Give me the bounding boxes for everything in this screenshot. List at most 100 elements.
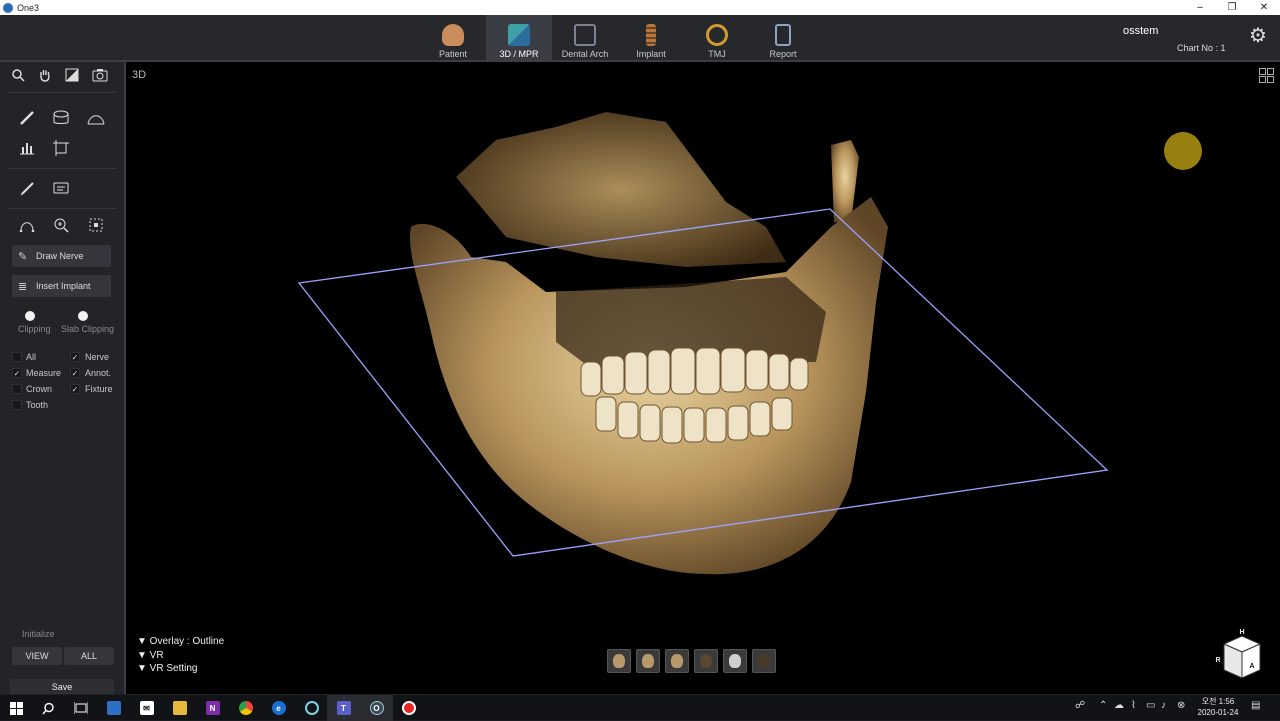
save-button[interactable]: Save bbox=[10, 679, 114, 694]
system-clock[interactable]: 오전 1:56 2020-01-24 bbox=[1193, 696, 1243, 718]
3d-mpr-icon bbox=[508, 24, 530, 46]
minimize-button[interactable]: – bbox=[1184, 0, 1216, 15]
crop-region-icon[interactable] bbox=[84, 213, 108, 237]
crown-checkbox[interactable] bbox=[12, 384, 22, 394]
tab-implant[interactable]: Implant bbox=[618, 15, 684, 61]
clock-date: 2020-01-24 bbox=[1197, 708, 1239, 717]
angle-measure-icon[interactable] bbox=[84, 106, 108, 130]
tab-3d-mpr[interactable]: 3D / MPR bbox=[486, 15, 552, 61]
vr-toggle[interactable]: ▼ VR bbox=[137, 649, 224, 663]
task-view-icon[interactable] bbox=[64, 695, 97, 721]
nerve-checkbox[interactable]: ✓ bbox=[70, 352, 80, 362]
view-back-button[interactable] bbox=[694, 649, 718, 673]
fixture-checkbox[interactable]: ✓ bbox=[70, 384, 80, 394]
chevron-up-icon[interactable]: ⌃ bbox=[1099, 700, 1107, 711]
notification-icon[interactable]: ▤ bbox=[1251, 700, 1260, 711]
clipping-label: Clipping bbox=[18, 324, 51, 334]
crown-label: Crown bbox=[26, 384, 53, 394]
cube-top-label: H bbox=[1239, 629, 1244, 636]
initialize-label: Initialize bbox=[22, 629, 55, 639]
clipping-toggle[interactable] bbox=[25, 311, 35, 321]
annotation-checkbox[interactable]: ✓ bbox=[70, 368, 80, 378]
measure-label: Measure bbox=[26, 368, 62, 378]
pan-hand-icon[interactable] bbox=[33, 63, 57, 87]
store-icon[interactable] bbox=[97, 695, 130, 721]
view-top-button[interactable] bbox=[723, 649, 747, 673]
view-front-button[interactable] bbox=[636, 649, 660, 673]
pen-tray-icon[interactable]: ☍ bbox=[1075, 700, 1085, 711]
edge-icon[interactable]: e bbox=[262, 695, 295, 721]
magnifier-icon[interactable] bbox=[49, 213, 73, 237]
overlay-outline-toggle[interactable]: ▼ Overlay : Outline bbox=[137, 635, 224, 649]
region-measure-icon[interactable] bbox=[49, 136, 73, 160]
render-options: ▼ Overlay : Outline ▼ VR ▼ VR Setting bbox=[137, 635, 224, 676]
tab-label: Report bbox=[769, 49, 797, 59]
tab-patient[interactable]: Patient bbox=[420, 15, 486, 61]
tooth-checkbox[interactable] bbox=[12, 400, 22, 410]
camera-icon[interactable] bbox=[88, 63, 112, 87]
view-presets bbox=[607, 649, 776, 673]
teams-icon[interactable]: T bbox=[327, 695, 360, 721]
search-icon[interactable] bbox=[32, 695, 65, 721]
pen-annotation-icon[interactable] bbox=[15, 177, 39, 201]
volume-measure-icon[interactable] bbox=[49, 106, 73, 130]
vr-setting-toggle[interactable]: ▼ VR Setting bbox=[137, 662, 224, 676]
volume-icon[interactable]: ♪ bbox=[1161, 700, 1166, 711]
slab-clipping-label: Slab Clipping bbox=[61, 324, 115, 334]
gear-icon[interactable]: ⚙ bbox=[1247, 25, 1269, 47]
file-explorer-icon[interactable] bbox=[163, 695, 196, 721]
tmj-icon bbox=[706, 24, 728, 46]
cursor-highlight bbox=[1164, 132, 1202, 170]
all-label: All bbox=[26, 352, 37, 362]
head-left-icon bbox=[613, 654, 625, 668]
chrome-icon[interactable] bbox=[229, 695, 262, 721]
one3-app-icon[interactable]: O bbox=[360, 695, 393, 721]
tab-label: Implant bbox=[636, 49, 666, 59]
clock-time: 오전 1:56 bbox=[1201, 697, 1235, 706]
all-reset-button[interactable]: ALL bbox=[64, 647, 114, 665]
battery-icon[interactable]: ▭ bbox=[1146, 700, 1155, 711]
tooth-label: Tooth bbox=[26, 400, 49, 410]
zoom-icon[interactable] bbox=[6, 63, 30, 87]
window-level-icon[interactable] bbox=[60, 63, 84, 87]
layout-grid-icon[interactable] bbox=[1259, 68, 1274, 83]
tab-dental-arch[interactable]: Dental Arch bbox=[552, 15, 618, 61]
view-reset-button[interactable]: VIEW bbox=[12, 647, 62, 665]
histogram-icon[interactable] bbox=[15, 136, 39, 160]
head-bottom-icon bbox=[758, 654, 770, 668]
cube-right-label: R bbox=[1215, 657, 1220, 664]
network-icon[interactable]: ⌇ bbox=[1131, 700, 1136, 711]
insert-implant-button[interactable]: ≣ Insert Implant bbox=[12, 275, 111, 297]
onenote-icon[interactable]: N bbox=[196, 695, 229, 721]
mail-icon[interactable]: ✉ bbox=[130, 695, 163, 721]
view-left-profile-button[interactable] bbox=[607, 649, 631, 673]
orientation-cube[interactable]: H R A bbox=[1212, 624, 1272, 682]
view-right-profile-button[interactable] bbox=[665, 649, 689, 673]
record-icon[interactable] bbox=[392, 695, 425, 721]
measure-checkbox[interactable]: ✓ bbox=[12, 368, 22, 378]
comment-icon[interactable] bbox=[49, 177, 73, 201]
tab-label: Dental Arch bbox=[561, 49, 609, 59]
divider bbox=[8, 92, 116, 93]
cloud-icon[interactable]: ☁ bbox=[1114, 700, 1124, 711]
3d-viewport[interactable]: 3D ▼ Overlay : Outline ▼ VR ▼ VR Setting… bbox=[124, 62, 1280, 694]
restore-button[interactable]: ❐ bbox=[1216, 0, 1248, 15]
status-icon[interactable]: ⊗ bbox=[1177, 700, 1185, 711]
view-label: 3D bbox=[132, 69, 147, 81]
app-circle-icon[interactable] bbox=[295, 695, 328, 721]
tab-report[interactable]: Report bbox=[750, 15, 816, 61]
pencil-icon: ✎ bbox=[18, 250, 28, 263]
view-bottom-button[interactable] bbox=[752, 649, 776, 673]
start-button[interactable] bbox=[0, 695, 33, 721]
annotation-label: Annot. bbox=[85, 368, 112, 378]
curve-icon[interactable] bbox=[15, 213, 39, 237]
draw-nerve-button[interactable]: ✎ Draw Nerve bbox=[12, 245, 111, 267]
all-checkbox[interactable] bbox=[12, 352, 22, 362]
tab-tmj[interactable]: TMJ bbox=[684, 15, 750, 61]
ruler-icon[interactable] bbox=[15, 106, 39, 130]
left-toolbar: ✎ Draw Nerve ≣ Insert Implant Clipping S… bbox=[0, 62, 124, 694]
tab-label: 3D / MPR bbox=[499, 49, 539, 59]
close-button[interactable]: ✕ bbox=[1248, 0, 1280, 15]
slab-clipping-toggle[interactable] bbox=[78, 311, 88, 321]
3d-volume-render[interactable] bbox=[126, 62, 1280, 694]
